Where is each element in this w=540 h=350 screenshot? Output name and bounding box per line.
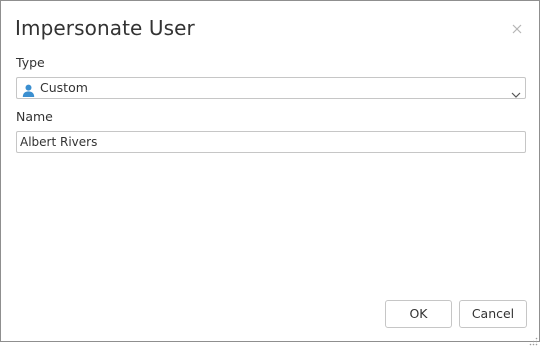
cancel-button[interactable]: Cancel [459,300,527,328]
type-select-value: Custom [40,80,88,95]
type-select[interactable]: Custom [16,77,526,99]
name-input[interactable] [16,131,526,153]
chevron-down-icon[interactable] [511,84,521,98]
name-label: Name [16,109,53,124]
dialog-title: Impersonate User [15,16,195,40]
ok-button[interactable]: OK [385,300,452,328]
close-icon[interactable] [509,21,525,37]
user-icon [22,82,35,97]
type-label: Type [16,55,45,70]
resize-grip-icon[interactable] [529,331,538,346]
impersonate-user-dialog: Impersonate User Type Custom Name OK Can… [0,0,540,346]
